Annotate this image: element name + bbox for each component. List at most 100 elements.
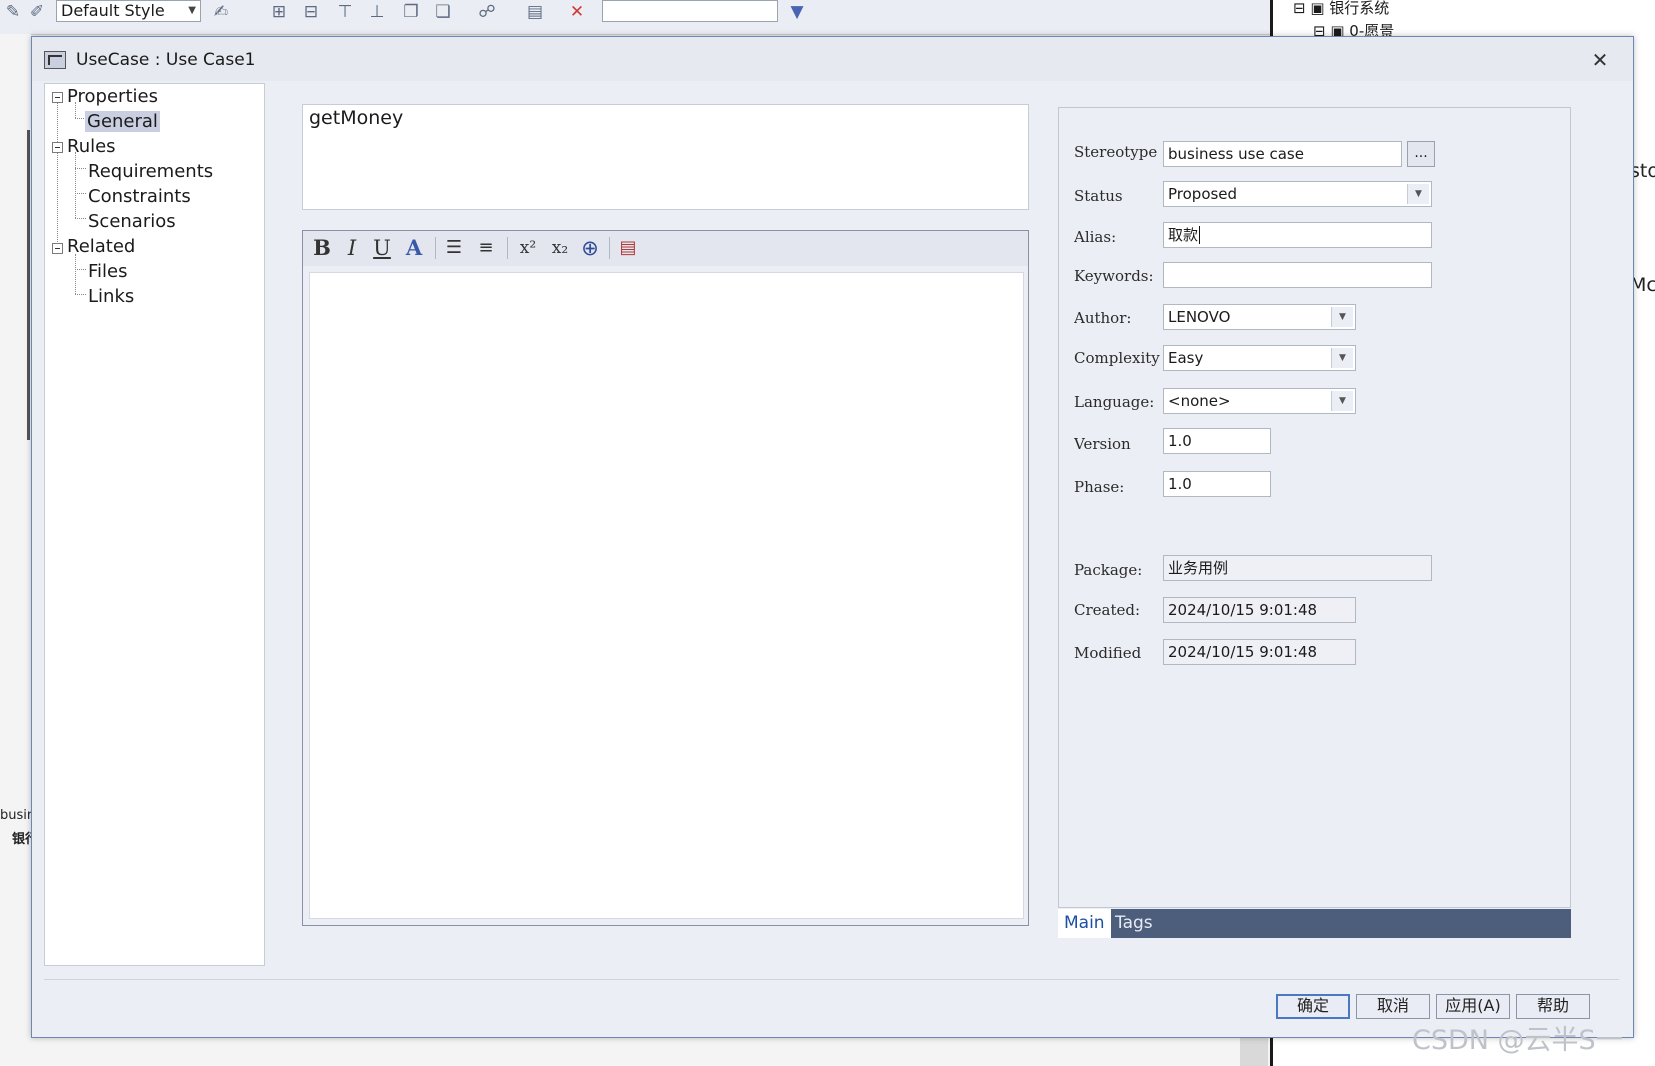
toolbar-search-input[interactable] — [602, 0, 778, 22]
tree-connector — [75, 168, 86, 169]
author-dropdown[interactable]: LENOVO ▼ — [1163, 304, 1356, 330]
align-left-icon[interactable]: ⊞ — [268, 2, 290, 22]
tree-item-rules[interactable]: Rules — [67, 135, 116, 159]
element-name-field[interactable]: getMoney — [302, 104, 1029, 210]
stereotype-field[interactable]: business use case — [1163, 141, 1402, 167]
tab-main[interactable]: Main — [1058, 909, 1111, 938]
style-selector[interactable]: Default Style ▼ — [56, 0, 201, 22]
tree-item-general[interactable]: General — [85, 110, 160, 134]
help-label: 帮助 — [1536, 996, 1569, 1015]
chevron-down-icon[interactable]: ▼ — [1407, 184, 1429, 204]
brush-icon[interactable]: ✐ — [26, 2, 48, 22]
format-painter-icon[interactable]: ✍ — [210, 2, 232, 22]
apply-button[interactable]: 应用(A) — [1436, 994, 1510, 1019]
numbered-list-icon[interactable]: ≡ — [473, 235, 499, 261]
tree-item-files[interactable]: Files — [88, 260, 128, 284]
tree-item-properties[interactable]: Properties — [67, 85, 158, 109]
splitter[interactable] — [265, 83, 293, 964]
superscript-icon[interactable]: x² — [515, 235, 541, 261]
ellipsis-label: ... — [1414, 145, 1428, 161]
complexity-dropdown[interactable]: Easy ▼ — [1163, 345, 1356, 371]
tree-connector — [75, 294, 86, 295]
tab-tags[interactable]: Tags — [1109, 909, 1159, 938]
phase-field[interactable]: 1.0 — [1163, 471, 1271, 497]
tree-item-links[interactable]: Links — [88, 285, 134, 309]
version-field[interactable]: 1.0 — [1163, 428, 1271, 454]
italic-icon[interactable]: I — [339, 235, 365, 261]
keywords-field[interactable] — [1163, 262, 1432, 288]
stereotype-label: Stereotype — [1074, 143, 1158, 161]
ok-button[interactable]: 确定 — [1276, 994, 1350, 1019]
properties-icon[interactable]: ▤ — [524, 2, 546, 22]
language-dropdown[interactable]: <none> ▼ — [1163, 388, 1356, 414]
tree-item-related[interactable]: Related — [67, 235, 135, 259]
collapse-icon[interactable] — [52, 243, 63, 254]
created-label: Created: — [1074, 601, 1141, 619]
tab-label: Main — [1064, 913, 1105, 933]
layout-icon[interactable]: ☍ — [476, 2, 498, 22]
chevron-down-icon: ▼ — [188, 5, 196, 16]
close-button[interactable]: ✕ — [1585, 45, 1615, 75]
notes-textarea[interactable] — [309, 272, 1024, 919]
pencil-icon[interactable]: ✎ — [2, 2, 24, 22]
dialog-title: UseCase : Use Case1 — [76, 50, 256, 70]
alias-field[interactable]: 取款 — [1163, 222, 1432, 248]
notes-editor: B I U A ☰ ≡ x² x₂ ⊕ ▤ — [302, 230, 1029, 926]
document-icon[interactable]: ▤ — [615, 235, 641, 261]
align-right-icon[interactable]: ⊟ — [300, 2, 322, 22]
hyperlink-icon[interactable]: ⊕ — [577, 235, 603, 261]
tree-item-label: Constraints — [88, 186, 191, 207]
toolbar-separator — [507, 237, 508, 259]
bullet-list-icon[interactable]: ☰ — [441, 235, 467, 261]
collapse-icon[interactable] — [52, 92, 63, 103]
stereotype-value: business use case — [1168, 145, 1304, 163]
tree-item-constraints[interactable]: Constraints — [88, 185, 191, 209]
tree-connector — [75, 218, 86, 219]
tree-item-scenarios[interactable]: Scenarios — [88, 210, 176, 234]
stereotype-browse-button[interactable]: ... — [1407, 141, 1435, 167]
align-bottom-icon[interactable]: ⊥ — [366, 2, 388, 22]
cancel-button[interactable]: 取消 — [1356, 994, 1430, 1019]
subscript-icon[interactable]: x₂ — [547, 235, 573, 261]
dialog-titlebar[interactable]: UseCase : Use Case1 ✕ — [32, 37, 1633, 81]
underline-icon[interactable]: U — [369, 235, 395, 261]
collapse-icon[interactable] — [52, 142, 63, 153]
tree-node-bank-system[interactable]: ⊟ ▣ 银行系统 — [1293, 0, 1389, 18]
background-toolbar: ✎ ✐ Default Style ▼ ✍ ⊞ ⊟ ⊤ ⊥ ❐ ❏ ☍ ▤ ✕ … — [0, 0, 1270, 35]
font-color-icon[interactable]: A — [401, 235, 427, 261]
bold-icon[interactable]: B — [309, 235, 335, 261]
element-name-value: getMoney — [309, 107, 404, 129]
chevron-down-icon[interactable]: ▼ — [1331, 348, 1353, 368]
notes-toolbar: B I U A ☰ ≡ x² x₂ ⊕ ▤ — [303, 231, 1028, 266]
tree-connector — [75, 254, 76, 294]
properties-tabbar: Main Tags — [1058, 909, 1571, 938]
ok-label: 确定 — [1296, 996, 1329, 1015]
package-value: 业务用例 — [1168, 559, 1229, 577]
text-cursor — [1199, 226, 1201, 244]
delete-icon[interactable]: ✕ — [566, 2, 588, 22]
status-label: Status — [1074, 187, 1123, 205]
created-field: 2024/10/15 9:01:48 — [1163, 597, 1356, 623]
same-size-icon[interactable]: ❐ — [400, 2, 422, 22]
filter-icon[interactable]: ▼ — [786, 2, 808, 22]
status-dropdown[interactable]: Proposed ▼ — [1163, 181, 1432, 207]
keywords-label: Keywords: — [1074, 267, 1154, 285]
align-top-icon[interactable]: ⊤ — [334, 2, 356, 22]
created-value: 2024/10/15 9:01:48 — [1168, 601, 1318, 619]
project-browser: ⊟ ▣ 银行系统 ⊟ ▣ 0-愿景 — [1270, 0, 1655, 40]
tree-item-label: Requirements — [88, 161, 214, 182]
vertical-scrollbar[interactable] — [1240, 1036, 1268, 1066]
complexity-value: Easy — [1168, 349, 1204, 367]
tree-item-label: Properties — [67, 86, 158, 107]
arrange-icon[interactable]: ❏ — [432, 2, 454, 22]
chevron-down-icon[interactable]: ▼ — [1331, 391, 1353, 411]
tab-label: Tags — [1115, 913, 1153, 933]
modified-field: 2024/10/15 9:01:48 — [1163, 639, 1356, 665]
footer-divider — [44, 979, 1619, 980]
tree-item-requirements[interactable]: Requirements — [88, 160, 213, 184]
tree-connector — [75, 193, 86, 194]
help-button[interactable]: 帮助 — [1516, 994, 1590, 1019]
chevron-down-icon[interactable]: ▼ — [1331, 307, 1353, 327]
package-label: Package: — [1074, 561, 1143, 579]
modified-value: 2024/10/15 9:01:48 — [1168, 643, 1318, 661]
